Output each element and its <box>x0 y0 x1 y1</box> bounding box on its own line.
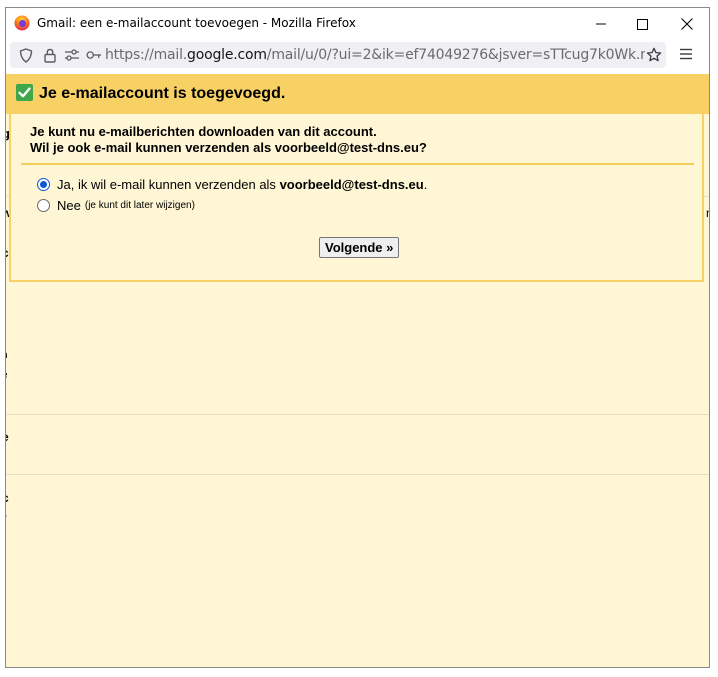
maximize-icon <box>636 18 648 30</box>
minimize-icon <box>596 23 606 25</box>
title-bar[interactable]: Gmail: een e-mailaccount toevoegen - Moz… <box>6 8 709 38</box>
background-divider <box>6 474 709 475</box>
dialog-separator <box>21 163 694 165</box>
background-divider <box>6 414 709 415</box>
url-text[interactable]: https://mail.google.com/mail/u/0/?ui=2&i… <box>105 47 645 63</box>
url-path: /mail/u/0/?ui=2&ik=ef74049276&jsver=sTTc… <box>266 47 645 63</box>
option-yes[interactable]: Ja, ik wil e-mail kunnen verzenden als v… <box>37 177 427 192</box>
navigation-toolbar: https://mail.google.com/mail/u/0/?ui=2&i… <box>6 38 709 75</box>
radio-no[interactable] <box>37 199 50 212</box>
background-text-fragment: c <box>6 491 9 505</box>
background-text-fragment: e <box>6 430 9 444</box>
dialog-message-line-2: Wil je ook e-mail kunnen verzenden als v… <box>30 140 427 155</box>
option-yes-label: Ja, ik wil e-mail kunnen verzenden als <box>57 177 276 192</box>
background-text-fragment: - <box>6 508 7 522</box>
background-text-fragment: h <box>6 350 8 361</box>
checkmark-icon <box>16 84 33 101</box>
background-text-fragment: n <box>706 206 709 220</box>
next-button[interactable]: Volgende » <box>319 237 400 258</box>
option-yes-suffix: . <box>423 177 428 192</box>
close-button[interactable] <box>664 10 709 38</box>
shield-icon[interactable] <box>18 47 34 63</box>
option-no-label: Nee <box>57 198 81 213</box>
url-prefix: https://mail. <box>105 47 188 63</box>
send-as-dialog: Je kunt nu e-mailberichten downloaden va… <box>9 114 704 282</box>
permissions-icon[interactable] <box>64 47 80 63</box>
address-bar[interactable]: https://mail.google.com/mail/u/0/?ui=2&i… <box>10 42 666 68</box>
close-icon <box>681 18 693 30</box>
key-icon[interactable] <box>86 47 102 63</box>
firefox-icon <box>14 15 30 31</box>
hamburger-menu-icon <box>680 48 692 60</box>
firefox-popup-window: Gmail: een e-mailaccount toevoegen - Moz… <box>5 7 710 668</box>
dialog-message-line-1: Je kunt nu e-mailberichten downloaden va… <box>30 124 377 139</box>
window-title: Gmail: een e-mailaccount toevoegen - Moz… <box>37 16 356 30</box>
page-content: g w c h e e c - n Je e-mailaccount is to… <box>6 74 709 667</box>
maximize-button[interactable] <box>619 10 665 38</box>
success-banner: Je e-mailaccount is toegevoegd. <box>6 74 709 114</box>
star-icon[interactable] <box>646 47 662 63</box>
lock-icon[interactable] <box>42 47 58 63</box>
option-no[interactable]: Nee (je kunt dit later wijzigen) <box>37 198 195 213</box>
background-text-fragment: e <box>6 370 8 381</box>
banner-title: Je e-mailaccount is toegevoegd. <box>39 85 286 102</box>
url-host: google.com <box>187 47 267 63</box>
option-no-note: (je kunt dit later wijzigen) <box>84 200 195 211</box>
app-menu-button[interactable] <box>678 47 696 65</box>
dialog-message: Je kunt nu e-mailberichten downloaden va… <box>30 124 427 156</box>
option-yes-email: voorbeeld@test-dns.eu <box>279 177 424 192</box>
radio-yes[interactable] <box>37 178 50 191</box>
minimize-button[interactable] <box>578 10 624 38</box>
